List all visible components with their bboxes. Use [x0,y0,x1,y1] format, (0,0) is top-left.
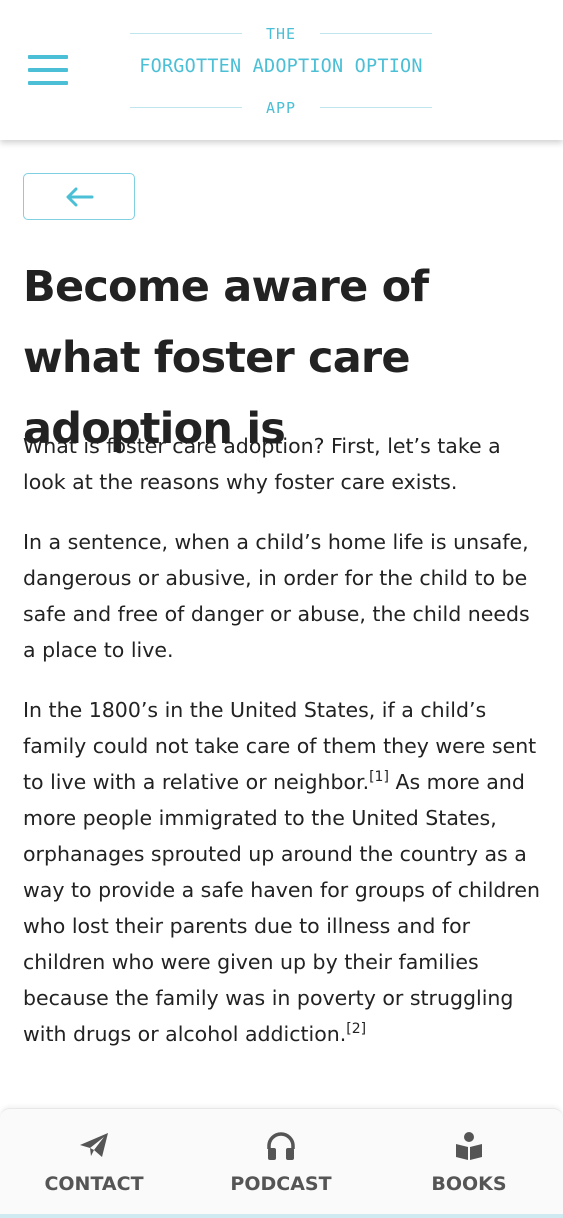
paper-plane-icon [80,1133,108,1157]
book-reader-icon [456,1132,482,1160]
app-logo[interactable]: THE FORGOTTEN ADOPTION OPTION APP [130,22,432,122]
logo-top-text: THE [265,25,297,43]
nav-podcast[interactable]: PODCAST [211,1109,351,1218]
hamburger-menu-button[interactable] [28,55,68,85]
article-paragraph-1: What is foster care adoption? First, let… [23,434,501,494]
footnote-link-2[interactable]: [2] [346,1021,366,1037]
arrow-left-icon [66,187,94,207]
back-button[interactable] [23,173,135,220]
app-header: THE FORGOTTEN ADOPTION OPTION APP [0,0,563,140]
article-paragraph-3: In the 1800’s in the United States, if a… [23,692,543,1052]
nav-books-label: BOOKS [431,1173,507,1195]
menu-icon-bar [28,81,68,85]
logo-bottom-text: APP [265,99,297,117]
bottom-navigation: CONTACT PODCAST BOOKS [0,1108,563,1218]
footnote-link-1[interactable]: [1] [369,769,389,785]
paragraph-3-text-b: As more and more people immigrated to th… [23,770,541,1046]
nav-contact[interactable]: CONTACT [24,1109,164,1218]
bottom-accent-bar [0,1214,563,1218]
nav-books[interactable]: BOOKS [399,1109,539,1218]
menu-icon-bar [28,68,68,72]
hamburger-menu-icon [28,55,68,59]
logo-main-text: FORGOTTEN ADOPTION OPTION [139,56,423,77]
headphones-icon [267,1132,295,1160]
nav-contact-label: CONTACT [44,1173,144,1195]
nav-podcast-label: PODCAST [230,1173,332,1195]
article-paragraph-2: In a sentence, when a child’s home life … [23,530,530,662]
